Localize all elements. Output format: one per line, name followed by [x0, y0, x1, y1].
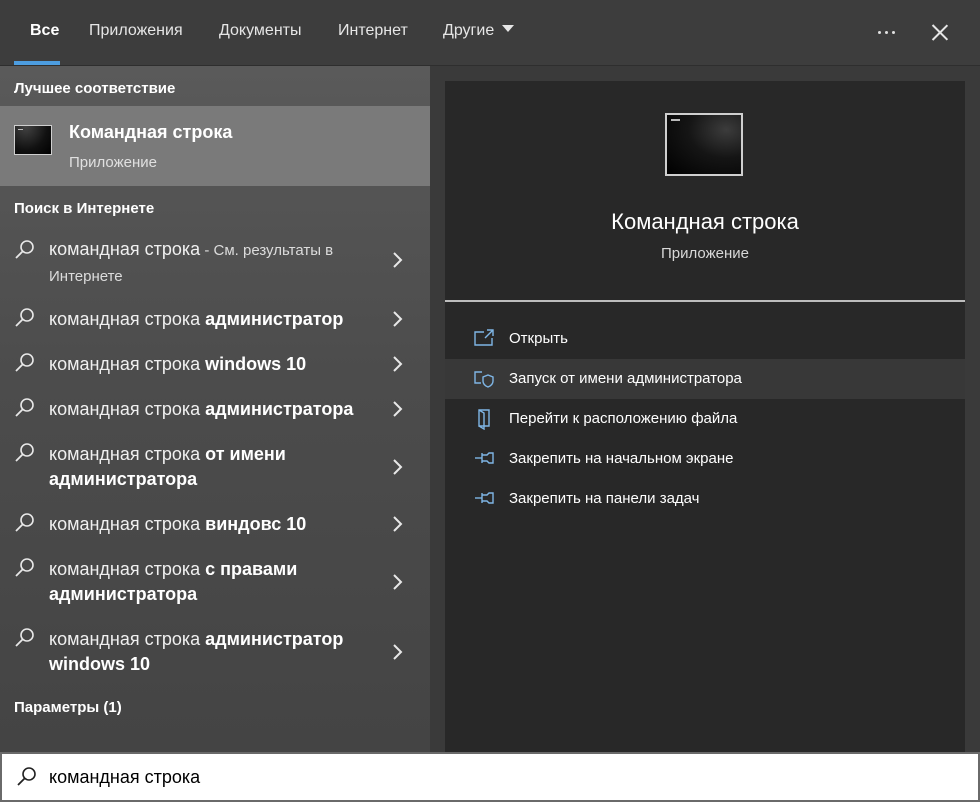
best-match-title: Командная строка	[69, 122, 233, 142]
best-match-result[interactable]: Командная строка Приложение	[0, 106, 430, 186]
chevron-right-icon	[393, 459, 403, 475]
file-location-icon	[478, 409, 490, 430]
chevron-right-icon	[393, 401, 403, 417]
active-tab-indicator	[14, 61, 60, 65]
web-result-item[interactable]: командная строка администратор windows 10	[0, 624, 430, 682]
file-location-label: Перейти к расположению файла	[509, 410, 738, 427]
command-prompt-icon	[665, 113, 743, 176]
run-as-admin-button[interactable]: Запуск от имени администратора	[445, 359, 965, 399]
web-result-item[interactable]: командная строка виндовс 10	[0, 509, 430, 543]
web-result-text: командная строка - См. результаты в Интер…	[49, 239, 334, 285]
pin-icon	[475, 492, 494, 504]
open-file-location-button[interactable]: Перейти к расположению файла	[445, 399, 965, 439]
web-result-item[interactable]: командная строка администратора	[0, 394, 430, 428]
results-panel: Лучшее соответствие Командная строка При…	[0, 66, 430, 752]
search-icon	[15, 398, 34, 417]
open-icon	[474, 329, 494, 346]
tab-documents[interactable]: Документы	[219, 22, 301, 40]
search-icon	[15, 353, 34, 372]
search-filter-bar: Все Приложения Документы Интернет Другие	[0, 0, 980, 66]
chevron-right-icon	[393, 644, 403, 660]
search-icon	[15, 308, 34, 327]
chevron-right-icon	[393, 516, 403, 532]
web-result-text: командная строка администратора	[49, 399, 354, 419]
close-button[interactable]	[924, 16, 956, 48]
divider	[445, 300, 965, 302]
search-icon	[15, 240, 34, 259]
web-search-heading: Поиск в Интернете	[14, 200, 155, 217]
search-input[interactable]	[49, 763, 949, 791]
pin-to-taskbar-button[interactable]: Закрепить на панели задач	[445, 479, 965, 519]
best-match-subtitle: Приложение	[69, 154, 157, 171]
web-result-text: командная строка администратор	[49, 309, 344, 329]
more-options-button[interactable]	[872, 18, 902, 46]
chevron-right-icon	[393, 356, 403, 372]
tab-apps[interactable]: Приложения	[89, 22, 183, 40]
search-icon	[15, 513, 34, 532]
web-result-text: командная строка виндовс 10	[49, 514, 307, 534]
chevron-right-icon	[393, 311, 403, 327]
pin-to-taskbar-label: Закрепить на панели задач	[509, 490, 700, 507]
tab-other[interactable]: Другие	[443, 22, 515, 40]
command-prompt-icon	[14, 125, 52, 155]
best-match-heading: Лучшее соответствие	[14, 80, 176, 97]
web-result-item[interactable]: командная строка windows 10	[0, 349, 430, 383]
tab-internet[interactable]: Интернет	[338, 22, 408, 40]
run-as-admin-label: Запуск от имени администратора	[509, 370, 742, 387]
shield-icon	[474, 371, 494, 388]
open-label: Открыть	[509, 330, 568, 347]
search-icon	[17, 767, 36, 786]
search-icon	[15, 558, 34, 577]
web-result-text: командная строка от имени администратора	[49, 444, 286, 489]
search-icon	[15, 443, 34, 462]
web-result-text: командная строка администратор windows 10	[49, 629, 344, 674]
web-result-text: командная строка windows 10	[49, 354, 307, 374]
web-result-item[interactable]: командная строка - См. результаты в Интер…	[0, 232, 430, 290]
settings-heading[interactable]: Параметры (1)	[14, 699, 122, 716]
web-result-item[interactable]: командная строка от имени администратора	[0, 439, 430, 497]
tab-all[interactable]: Все	[30, 22, 59, 40]
pin-icon	[475, 452, 494, 464]
tab-other-label: Другие	[443, 22, 495, 39]
chevron-right-icon	[393, 574, 403, 590]
pin-to-start-button[interactable]: Закрепить на начальном экране	[445, 439, 965, 479]
web-result-text: командная строка с правами администратора	[49, 559, 298, 604]
search-icon	[15, 628, 34, 647]
open-button[interactable]: Открыть	[445, 319, 965, 359]
search-box	[0, 752, 980, 802]
pin-to-start-label: Закрепить на начальном экране	[509, 450, 734, 467]
app-details-panel: Командная строка Приложение Открыть Запу…	[445, 81, 965, 752]
web-result-item[interactable]: командная строка с правами администратора	[0, 554, 430, 612]
web-result-item[interactable]: командная строка администратор	[0, 304, 430, 338]
app-title: Командная строка	[611, 209, 799, 234]
app-subtitle: Приложение	[661, 245, 749, 262]
chevron-down-icon	[502, 25, 515, 32]
chevron-right-icon	[393, 252, 403, 268]
